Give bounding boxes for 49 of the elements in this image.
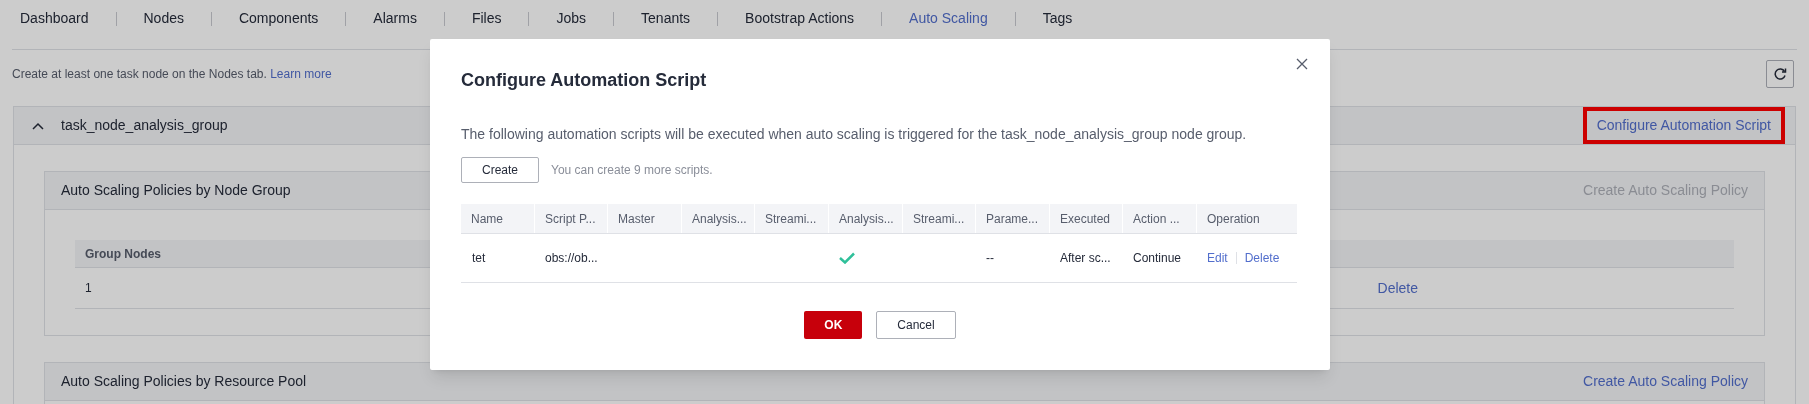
column-header: Master — [607, 204, 681, 233]
tab[interactable]: Tenants — [614, 2, 718, 35]
configure-script-link[interactable]: Configure Automation Script — [1582, 107, 1785, 144]
column-header: Analysis... — [681, 204, 754, 233]
column-header: Streami... — [902, 204, 975, 233]
column-header: Analysis... — [828, 204, 902, 233]
cancel-button[interactable]: Cancel — [876, 311, 956, 339]
script-limit-hint: You can create 9 more scripts. — [551, 162, 713, 179]
tab[interactable]: Components — [211, 2, 346, 35]
panel-title: Auto Scaling Policies by Resource Pool — [61, 372, 307, 391]
info-text: Create at least one task node on the Nodes tab. — [12, 67, 268, 81]
create-button[interactable]: Create — [461, 157, 540, 183]
create-policy-link[interactable]: Create Auto Scaling Policy — [1583, 371, 1748, 392]
table-cell-text: 1 — [85, 280, 93, 297]
dialog-title: Configure Automation Script — [461, 69, 708, 92]
table-cell-text: tet — [472, 250, 486, 267]
tab[interactable]: Jobs — [529, 2, 614, 35]
column-header: Script P... — [534, 204, 607, 233]
tab[interactable]: Bootstrap Actions — [718, 2, 882, 35]
table-cell-text: obs://ob... — [545, 250, 598, 267]
column-header: Executed — [1049, 204, 1122, 233]
column-header: Operation — [1196, 204, 1297, 233]
column-header: Group Nodes — [85, 245, 161, 263]
tab[interactable]: Auto Scaling — [882, 2, 1015, 35]
refresh-icon — [1773, 67, 1787, 81]
panel-title: Auto Scaling Policies by Node Group — [61, 181, 291, 200]
learn-more-link[interactable]: Learn more — [270, 67, 332, 81]
tab[interactable]: Files — [444, 2, 529, 35]
tab[interactable]: Dashboard — [12, 2, 116, 35]
group-name: task_node_analysis_group — [61, 116, 228, 135]
close-icon — [1296, 58, 1308, 70]
column-header: Parame... — [975, 204, 1049, 233]
delete-link[interactable]: Delete — [1244, 249, 1280, 267]
column-header: Action ... — [1122, 204, 1196, 233]
dialog-description: The following automation scripts will be executed when auto scaling is triggered for the task_node_analysis_group node group. — [461, 125, 1248, 144]
column-header: Name — [470, 210, 504, 228]
table-cell-text: After sc... — [1060, 250, 1111, 267]
table-cell-text: -- — [986, 250, 994, 267]
ok-button[interactable]: OK — [804, 311, 863, 339]
tab[interactable]: Alarms — [346, 2, 444, 35]
close-button[interactable] — [1296, 57, 1310, 71]
tab[interactable]: Nodes — [116, 2, 211, 35]
column-header: Streami... — [754, 204, 828, 233]
edit-link[interactable]: Edit — [1207, 249, 1228, 267]
tab[interactable]: Tags — [1015, 2, 1100, 35]
delete-link[interactable]: Delete — [1377, 277, 1418, 299]
chevron-up-icon[interactable] — [32, 121, 44, 130]
table-cell-text: Continue — [1133, 250, 1182, 267]
refresh-button[interactable] — [1766, 60, 1794, 88]
